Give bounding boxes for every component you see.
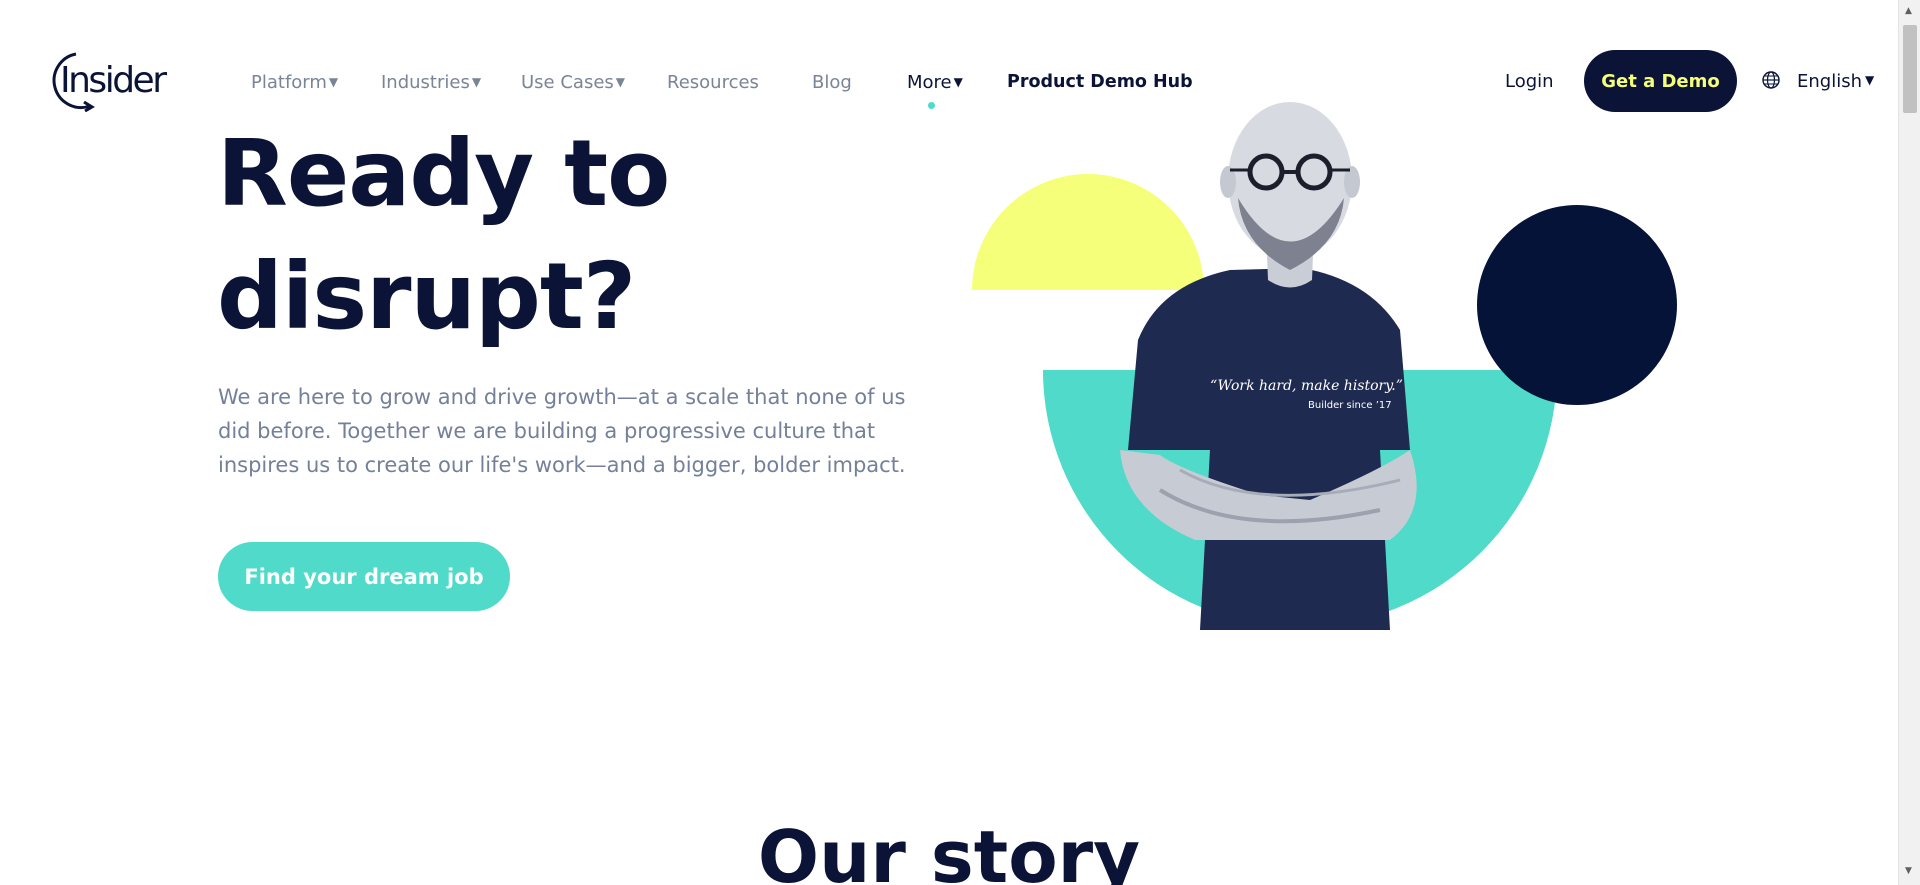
find-dream-job-button[interactable]: Find your dream job (218, 542, 510, 611)
nav-label: Industries (381, 72, 470, 93)
nav-platform[interactable]: Platform ▼ (251, 72, 338, 93)
caret-down-icon: ▼ (1865, 73, 1875, 87)
our-story-heading: Our story (757, 815, 1141, 885)
page-scrollbar[interactable]: ▲ ▼ (1898, 0, 1920, 885)
insider-logo[interactable]: Insider (40, 50, 167, 112)
hero-illustration: “Work hard, make history.” Builder since… (972, 102, 1677, 630)
hero-title-line: disrupt? (217, 243, 636, 350)
shirt-subtext: Builder since ’17 (1308, 400, 1392, 411)
globe-icon[interactable] (1761, 70, 1781, 90)
nav-label: Resources (667, 72, 759, 93)
nav-label: More (907, 72, 952, 93)
hero-description-line: We are here to grow and drive growth—at … (218, 385, 906, 409)
language-label: English (1797, 71, 1862, 92)
hero-title: Ready to disrupt? (217, 112, 670, 358)
hero-description-line: did before. Together we are building a p… (218, 419, 876, 443)
caret-down-icon: ▼ (615, 75, 626, 89)
scrollbar-thumb[interactable] (1903, 25, 1917, 113)
nav-label: Use Cases (521, 72, 614, 93)
nav-label: Blog (812, 72, 852, 93)
nav-resources[interactable]: Resources (667, 72, 759, 93)
nav-industries[interactable]: Industries ▼ (381, 72, 481, 93)
yellow-half-circle (972, 174, 1204, 290)
scroll-down-arrow-icon[interactable]: ▼ (1905, 866, 1912, 876)
hero-description-line: inspires us to create our life's work—an… (218, 453, 906, 477)
nav-more[interactable]: More ▼ (907, 72, 963, 93)
hero-description: We are here to grow and drive growth—at … (218, 380, 918, 482)
nav-blog[interactable]: Blog (812, 72, 852, 93)
language-selector[interactable]: English ▼ (1797, 71, 1874, 92)
scroll-up-arrow-icon[interactable]: ▲ (1905, 6, 1912, 16)
nav-label: Platform (251, 72, 327, 93)
caret-down-icon: ▼ (471, 75, 482, 89)
navy-circle (1477, 205, 1677, 405)
caret-down-icon: ▼ (328, 75, 339, 89)
logo-wordmark: Insider (60, 60, 167, 101)
shirt-quote: “Work hard, make history.” (1210, 378, 1403, 394)
hero-title-line: Ready to (217, 120, 670, 227)
nav-use-cases[interactable]: Use Cases ▼ (521, 72, 625, 93)
active-indicator-dot (928, 102, 935, 109)
